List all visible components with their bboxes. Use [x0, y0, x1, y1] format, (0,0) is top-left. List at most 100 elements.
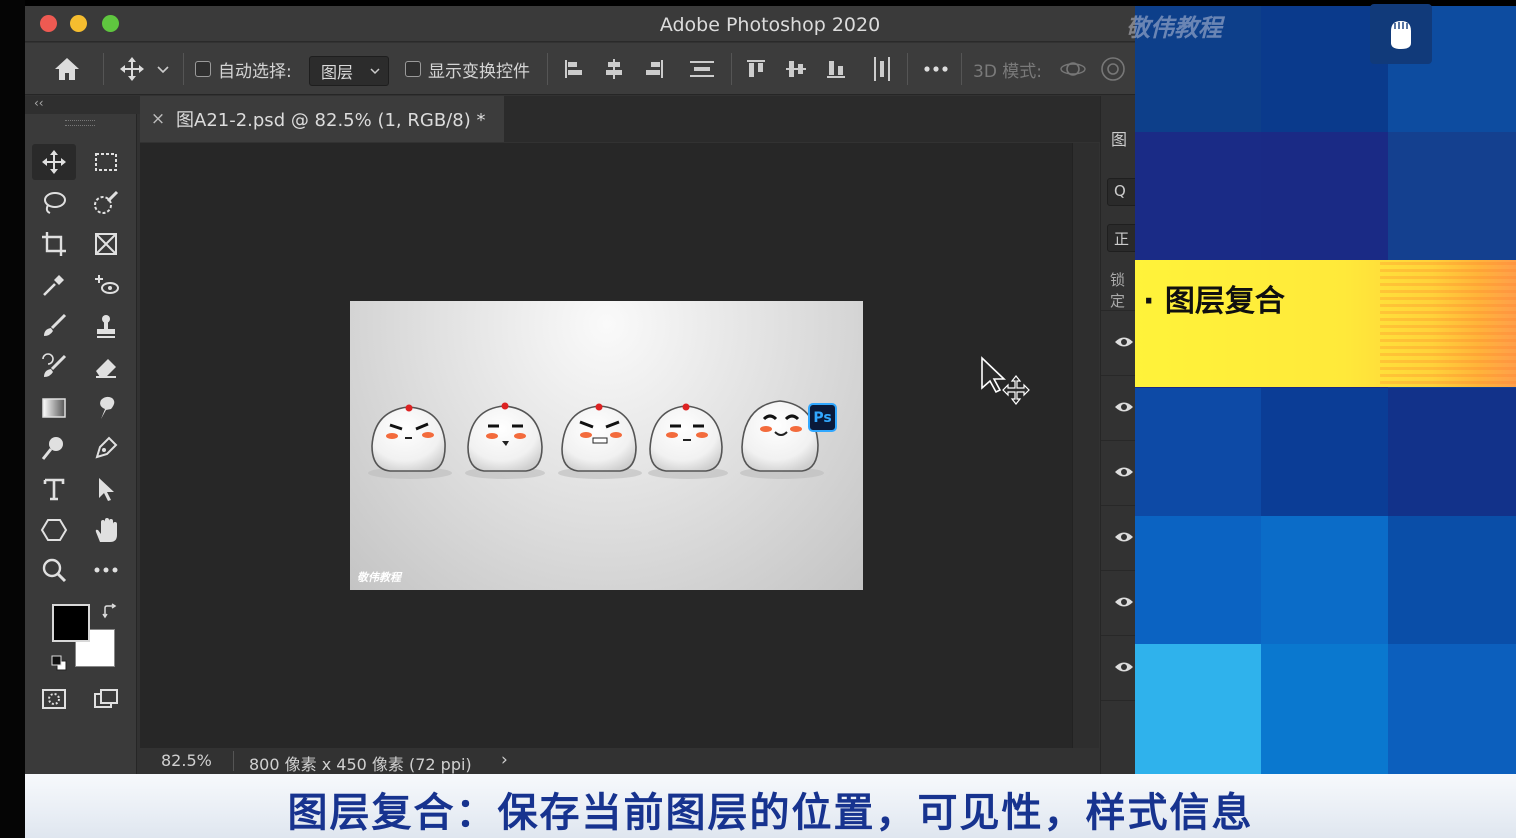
more-icon [924, 66, 948, 72]
distribute-horizontal-button[interactable] [871, 43, 893, 95]
document-tab[interactable]: × 图A21-2.psd @ 82.5% (1, RGB/8) * [140, 96, 504, 142]
show-transform-checkbox-box[interactable] [405, 61, 421, 77]
character-4 [648, 403, 728, 479]
distribute-vertical-button[interactable] [689, 43, 715, 95]
history-brush-icon [42, 353, 67, 377]
eye-icon[interactable] [1114, 465, 1134, 479]
layer-row[interactable] [1101, 635, 1135, 700]
edit-toolbar-button[interactable] [84, 552, 128, 588]
cursor-icon [981, 356, 1030, 405]
healing-icon [95, 275, 119, 294]
history-brush-tool[interactable] [32, 349, 76, 385]
video-left-border [0, 0, 25, 838]
foreground-color-swatch[interactable] [52, 604, 90, 642]
eraser-icon [96, 359, 116, 378]
character-1 [368, 404, 452, 479]
align-vertical-centers-button[interactable] [785, 43, 807, 95]
shape-tool[interactable] [32, 512, 76, 548]
canvas-workspace[interactable]: Ps 敬伟教程 [140, 143, 1072, 748]
chevron-down-icon [157, 66, 169, 74]
eye-icon[interactable] [1114, 530, 1134, 544]
align-top-icon [747, 60, 765, 77]
quick-selection-tool[interactable] [84, 185, 128, 221]
quick-mask-icon [42, 689, 66, 709]
auto-select-checkbox-box[interactable] [195, 61, 211, 77]
eyedropper-tool[interactable] [32, 267, 76, 303]
eraser-tool[interactable] [84, 349, 128, 385]
crop-tool[interactable] [32, 226, 76, 262]
close-tab-icon[interactable]: × [140, 109, 176, 129]
quick-mask-button[interactable] [32, 681, 76, 717]
more-options-button[interactable] [923, 43, 949, 95]
panel-collapse-toggle[interactable]: ‹‹ [25, 96, 140, 114]
swap-colors-icon[interactable] [101, 602, 119, 620]
align-horizontal-centers-button[interactable] [603, 43, 625, 95]
status-menu-arrow[interactable]: › [501, 750, 508, 770]
align-vcenter-icon [786, 61, 806, 77]
auto-select-checkbox[interactable]: 自动选择: [195, 43, 292, 95]
type-tool[interactable] [32, 471, 76, 507]
layer-row[interactable] [1101, 375, 1135, 440]
lasso-tool[interactable] [32, 185, 76, 221]
move-tool-preset-button[interactable] [119, 43, 171, 95]
layer-row[interactable] [1101, 440, 1135, 505]
frame-icon [95, 233, 117, 255]
align-right-edges-button[interactable] [643, 43, 665, 95]
layer-row[interactable] [1101, 505, 1135, 570]
dodge-tool[interactable] [32, 430, 76, 466]
marquee-tool[interactable] [84, 144, 128, 180]
eye-icon[interactable] [1114, 595, 1134, 609]
frame-tool[interactable] [84, 226, 128, 262]
3d-orbit-button[interactable] [1059, 43, 1087, 95]
path-selection-tool[interactable] [84, 471, 128, 507]
home-button[interactable] [53, 43, 81, 95]
vertical-scrollbar[interactable] [1072, 143, 1099, 748]
canvas-artwork [368, 400, 824, 479]
blend-mode-dropdown[interactable]: 正 [1107, 224, 1135, 252]
gradient-tool[interactable] [32, 390, 76, 426]
zoom-level[interactable]: 82.5% [161, 751, 212, 770]
smudge-tool[interactable] [84, 390, 128, 426]
show-transform-label: 显示变换控件 [428, 61, 530, 82]
brush-tool[interactable] [32, 308, 76, 344]
status-bar: 82.5% 800 像素 x 450 像素 (72 ppi) › [140, 748, 1100, 774]
crop-icon [42, 232, 66, 256]
layer-filter-search[interactable]: Q [1107, 178, 1135, 206]
distribute-icon [690, 61, 714, 77]
lasso-icon [44, 192, 66, 214]
layers-panel-tab[interactable]: 图 [1111, 126, 1127, 150]
dodge-icon [41, 437, 63, 460]
healing-tool[interactable] [84, 267, 128, 303]
move-tool[interactable] [32, 144, 76, 180]
layer-row[interactable] [1101, 310, 1135, 375]
hand-tool[interactable] [84, 512, 128, 548]
align-hcenter-icon [606, 59, 622, 79]
align-top-edges-button[interactable] [745, 43, 767, 95]
layer-row[interactable] [1101, 700, 1135, 765]
eye-icon[interactable] [1114, 660, 1134, 674]
eye-icon[interactable] [1114, 400, 1134, 414]
align-left-edges-button[interactable] [563, 43, 585, 95]
distribute-horizontal-icon [874, 57, 890, 81]
layers-panel-partial: 图 Q 正 锁定 [1100, 96, 1135, 774]
zoom-tool[interactable] [32, 552, 76, 588]
screen-mode-button[interactable] [84, 681, 128, 717]
show-transform-controls-checkbox[interactable]: 显示变换控件 [405, 43, 530, 95]
auto-select-target-value: 图层 [321, 63, 354, 82]
shape-icon [40, 519, 68, 541]
auto-select-target-dropdown[interactable]: 图层 [309, 56, 389, 86]
eye-icon[interactable] [1114, 335, 1134, 349]
eyedropper-icon [43, 275, 64, 296]
raise-hand-button[interactable] [1370, 4, 1432, 64]
pen-tool[interactable] [84, 430, 128, 466]
align-bottom-edges-button[interactable] [825, 43, 847, 95]
ps-logo-badge: Ps [808, 403, 837, 432]
3d-mode-label: 3D 模式: [973, 61, 1043, 82]
tools-panel-grip[interactable] [65, 120, 95, 126]
layer-row[interactable] [1101, 570, 1135, 635]
default-colors-icon[interactable] [50, 654, 68, 672]
document-canvas[interactable]: Ps 敬伟教程 [350, 301, 863, 590]
clone-stamp-tool[interactable] [84, 308, 128, 344]
photoshop-window: Adobe Photoshop 2020 自动选择: 图层 显示变换控件 3D … [25, 6, 1135, 774]
3d-roll-button[interactable] [1099, 43, 1127, 95]
